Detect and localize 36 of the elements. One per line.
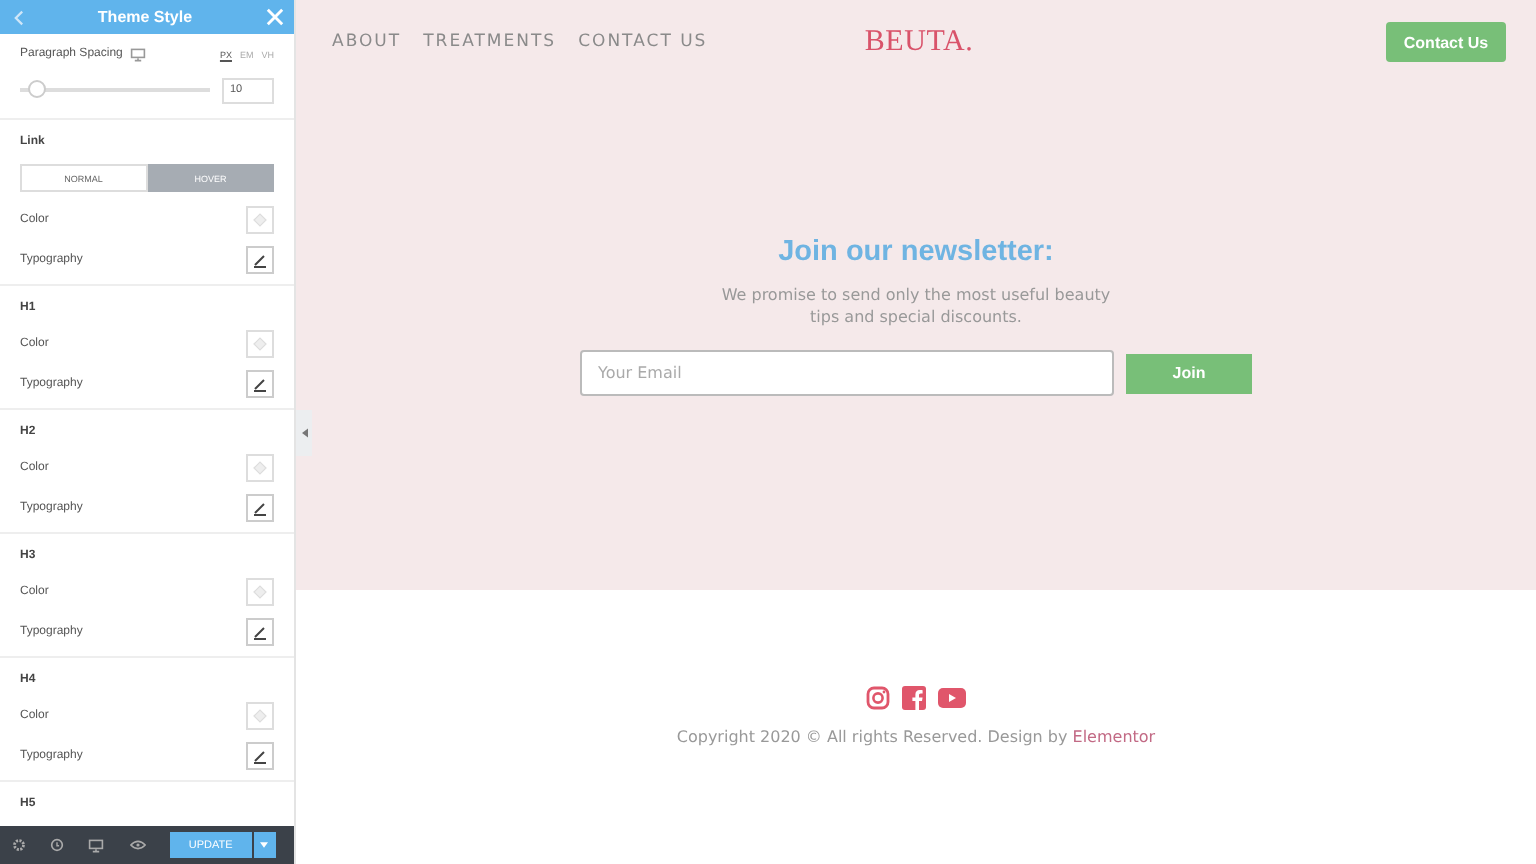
color-picker-icon[interactable] [246,454,274,482]
close-icon[interactable] [265,8,284,26]
history-icon[interactable] [50,838,65,852]
contact-button[interactable]: Contact Us [1386,22,1507,62]
color-picker-icon[interactable] [246,206,274,234]
eye-icon[interactable] [129,840,146,850]
panel-title: Theme Style [97,8,193,26]
color-picker-icon[interactable] [246,702,274,730]
instagram-icon[interactable] [866,686,890,710]
slider-thumb[interactable] [27,80,46,98]
update-options-button[interactable] [253,832,276,858]
nav-link[interactable]: ABOUT [332,32,402,52]
newsletter-text: We promise to send only the most useful beauty tips and special discounts. [719,284,1113,328]
settings-icon[interactable] [12,838,27,852]
edit-pencil-icon[interactable] [246,742,274,770]
desktop-icon[interactable] [88,837,105,853]
nav-link[interactable]: CONTACT US [578,32,708,52]
edit-pencil-icon[interactable] [246,618,274,646]
email-field[interactable]: Your Email [580,350,1114,396]
color-picker-icon[interactable] [246,578,274,606]
newsletter-title: Join our newsletter: [778,236,1054,268]
join-button[interactable]: Join [1126,353,1252,393]
facebook-icon[interactable] [902,686,926,710]
youtube-icon[interactable] [938,688,966,708]
desktop-icon[interactable] [130,47,147,61]
copyright-text: Copyright 2020 © All rights Reserved. Design by [676,728,1068,746]
edit-pencil-icon[interactable] [246,246,274,274]
collapse-tab[interactable] [296,410,312,456]
caret-icon [260,842,269,848]
logo[interactable]: BEUTA. [864,25,974,59]
color-picker-icon[interactable] [246,330,274,358]
edit-pencil-icon[interactable] [246,494,274,522]
nav-link[interactable]: TREATMENTS [423,32,557,52]
footer-link[interactable]: Elementor [1072,728,1156,746]
edit-pencil-icon[interactable] [246,370,274,398]
caret-icon [301,428,307,438]
